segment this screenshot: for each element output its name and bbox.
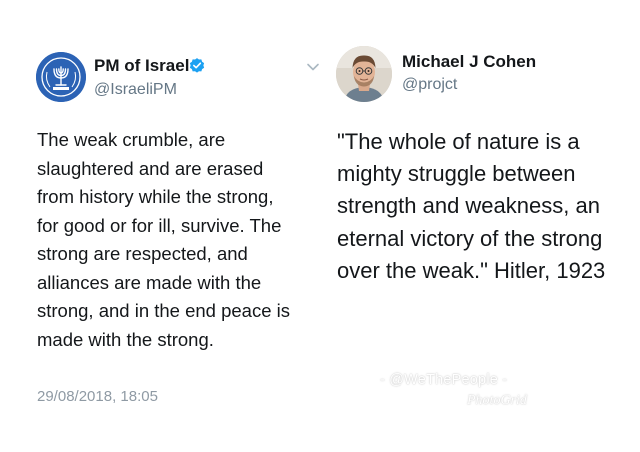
pm-tweet-text: The weak crumble, are slaughtered and ar… xyxy=(37,129,291,350)
mc-tweet-text: "The whole of nature is a mighty struggl… xyxy=(337,129,606,283)
pm-avatar[interactable] xyxy=(36,52,86,102)
pm-display-name[interactable]: PM of Israel xyxy=(94,56,189,76)
mc-avatar[interactable] xyxy=(336,46,392,102)
pm-tweet-timestamp[interactable]: 29/08/2018, 18:05 xyxy=(37,388,158,405)
chevron-down-icon[interactable] xyxy=(306,62,320,72)
mc-handle[interactable]: @projct xyxy=(402,76,457,94)
pm-handle[interactable]: @IsraeliPM xyxy=(94,81,177,99)
verified-badge-icon xyxy=(189,58,205,73)
watermark-app-name: PhotoGrid xyxy=(467,393,527,408)
mc-display-name[interactable]: Michael J Cohen xyxy=(402,52,536,72)
profile-photo-icon xyxy=(336,46,392,102)
watermark-handle: - @WeThePeople - xyxy=(380,372,508,388)
state-emblem-icon xyxy=(36,52,86,102)
